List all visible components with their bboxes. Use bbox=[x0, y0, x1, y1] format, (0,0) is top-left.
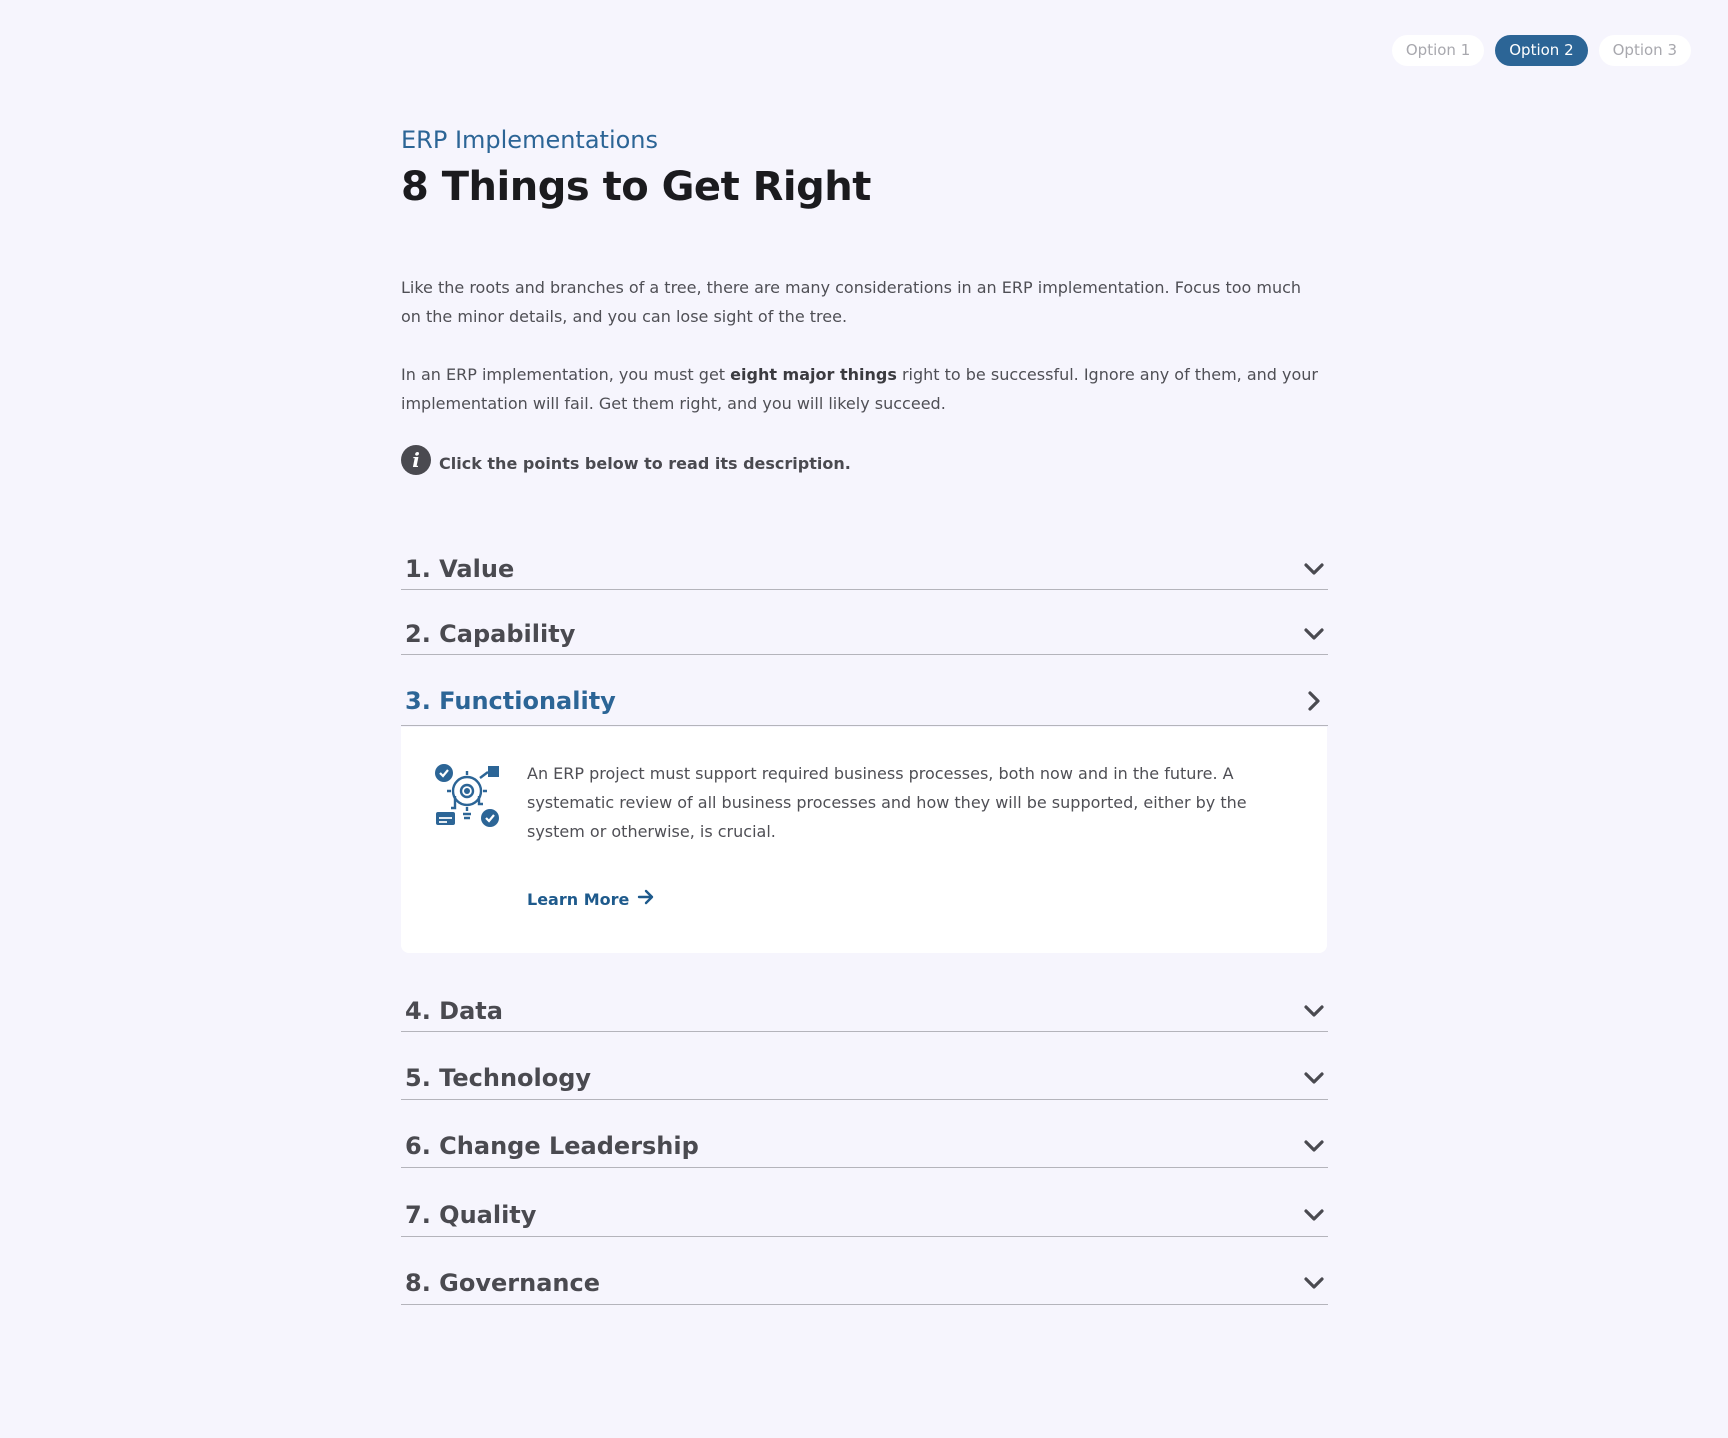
accordion-item-capability: 2. Capability bbox=[401, 613, 1328, 655]
learn-more-label: Learn More bbox=[527, 889, 630, 909]
accordion-item-change-leadership: 6. Change Leadership bbox=[401, 1125, 1328, 1168]
accordion-item-quality: 7. Quality bbox=[401, 1194, 1328, 1237]
page-title: 8 Things to Get Right bbox=[401, 164, 871, 210]
option-3-button[interactable]: Option 3 bbox=[1598, 35, 1691, 66]
accordion-item-functionality: 3. Functionality bbox=[401, 677, 1328, 726]
accordion-header-change-leadership[interactable]: 6. Change Leadership bbox=[401, 1125, 1328, 1168]
learn-more-link[interactable]: Learn More bbox=[527, 889, 655, 909]
accordion-item-governance: 8. Governance bbox=[401, 1262, 1328, 1305]
hint: i Click the points below to read its des… bbox=[401, 444, 1328, 476]
chevron-down-icon bbox=[1300, 1269, 1328, 1297]
info-icon: i bbox=[401, 445, 431, 475]
option-2-button[interactable]: Option 2 bbox=[1495, 35, 1588, 66]
accordion-item-value: 1. Value bbox=[401, 548, 1328, 590]
eyebrow-heading: ERP Implementations bbox=[401, 126, 659, 154]
accordion-label: 8. Governance bbox=[405, 1269, 600, 1297]
accordion-item-data: 4. Data bbox=[401, 991, 1328, 1032]
arrow-right-icon bbox=[637, 889, 655, 909]
accordion-header-data[interactable]: 4. Data bbox=[401, 991, 1328, 1032]
accordion-header-functionality[interactable]: 3. Functionality bbox=[401, 677, 1328, 726]
accordion-header-capability[interactable]: 2. Capability bbox=[401, 613, 1328, 655]
hint-text: Click the points below to read its descr… bbox=[439, 453, 851, 473]
chevron-down-icon bbox=[1300, 1132, 1328, 1160]
intro-p2-bold: eight major things bbox=[730, 365, 897, 384]
intro-paragraph-2: In an ERP implementation, you must get e… bbox=[401, 360, 1326, 418]
chevron-down-icon bbox=[1300, 997, 1328, 1025]
accordion-item-technology: 5. Technology bbox=[401, 1057, 1328, 1100]
accordion-header-quality[interactable]: 7. Quality bbox=[401, 1194, 1328, 1237]
accordion-header-governance[interactable]: 8. Governance bbox=[401, 1262, 1328, 1305]
functionality-icon bbox=[434, 762, 502, 834]
accordion-header-value[interactable]: 1. Value bbox=[401, 548, 1328, 590]
accordion-label: 5. Technology bbox=[405, 1064, 592, 1092]
accordion-label: 7. Quality bbox=[405, 1201, 537, 1229]
accordion-label: 2. Capability bbox=[405, 619, 576, 648]
accordion-label: 1. Value bbox=[405, 554, 515, 583]
chevron-down-icon bbox=[1300, 555, 1328, 583]
main-content: ERP Implementations 8 Things to Get Righ… bbox=[401, 124, 1328, 476]
intro-p2-text: In an ERP implementation, you must get bbox=[401, 365, 731, 384]
chevron-right-icon bbox=[1300, 687, 1328, 715]
chevron-down-icon bbox=[1300, 620, 1328, 648]
chevron-down-icon bbox=[1300, 1201, 1328, 1229]
option-switcher: Option 1 Option 2 Option 3 bbox=[1391, 35, 1691, 66]
accordion-label: 4. Data bbox=[405, 997, 503, 1025]
accordion-header-technology[interactable]: 5. Technology bbox=[401, 1057, 1328, 1100]
accordion-panel-functionality: An ERP project must support required bus… bbox=[401, 727, 1327, 953]
option-1-button[interactable]: Option 1 bbox=[1391, 35, 1485, 66]
intro-paragraph-1: Like the roots and branches of a tree, t… bbox=[401, 278, 1302, 326]
accordion-label: 6. Change Leadership bbox=[405, 1132, 699, 1160]
chevron-down-icon bbox=[1300, 1064, 1328, 1092]
accordion-label: 3. Functionality bbox=[405, 687, 616, 715]
functionality-description: An ERP project must support required bus… bbox=[527, 764, 1247, 841]
